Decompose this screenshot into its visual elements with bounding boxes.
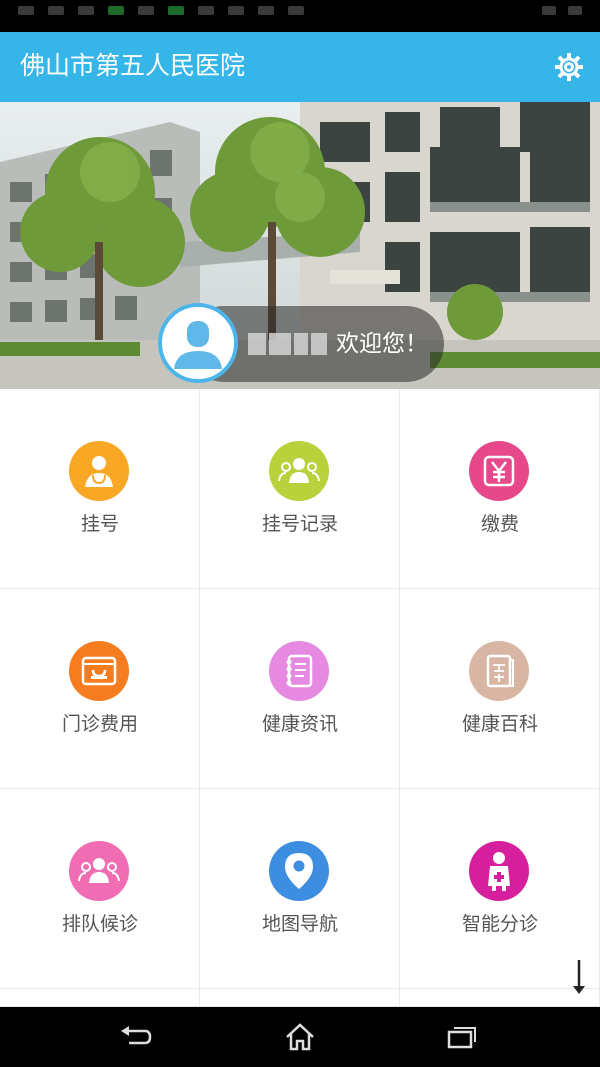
back-icon [121,1026,152,1045]
home-button[interactable] [278,1019,322,1055]
recents-icon [447,1027,476,1049]
menu-item-next-row [200,989,400,1007]
nurse-icon [469,841,529,901]
recents-button[interactable] [440,1019,484,1055]
menu-item-queue[interactable]: 排队候诊 [0,789,200,989]
menu-item-map-navigation[interactable]: 地图导航 [200,789,400,989]
menu-item-next-row [0,989,200,1007]
queue-icon [69,841,129,901]
app-title: 佛山市第五人民医院 [20,51,246,80]
menu-item-label: 缴费 [480,513,519,535]
user-name-pixelated [248,333,328,357]
scroll-down-arrow-icon[interactable] [570,958,588,998]
back-button[interactable] [114,1019,158,1055]
people-icon [269,441,329,501]
menu-item-label: 挂号 [80,513,119,535]
menu-item-label: 门诊费用 [61,713,138,735]
menu-item-label: 挂号记录 [261,513,338,535]
menu-item-label: 健康百科 [461,713,538,735]
user-avatar-icon [162,307,234,379]
menu-item-registration[interactable]: 挂号 [0,389,200,589]
doctor-icon [69,441,129,501]
notebook-icon [269,641,329,701]
encyclopedia-icon [469,641,529,701]
menu-item-label: 智能分诊 [461,913,538,935]
menu-item-outpatient-fees[interactable]: 门诊费用 [0,589,200,789]
settings-button[interactable] [552,50,586,84]
bill-icon [69,641,129,701]
menu-item-label: 地图导航 [261,913,338,935]
status-notification-icons [18,6,304,15]
status-system-icons [542,6,582,15]
action-bar: 佛山市第五人民医院 [0,32,600,102]
menu-item-health-news[interactable]: 健康资讯 [200,589,400,789]
menu-item-health-encyclopedia[interactable]: 健康百科 [400,589,600,789]
gear-icon [555,53,583,81]
menu-item-label: 健康资讯 [261,713,338,735]
status-bar [0,0,600,32]
navigation-bar [0,1007,600,1067]
avatar[interactable] [158,303,238,383]
menu-item-payment[interactable]: 缴费 [400,389,600,589]
menu-item-registration-records[interactable]: 挂号记录 [200,389,400,589]
welcome-text: 欢迎您！ [336,331,428,357]
menu-grid: 挂号 挂号记录 缴费 门诊费用 健康资讯 健康百科 排队候诊 地图导航 智能分诊 [0,389,600,1007]
yen-payment-icon [469,441,529,501]
menu-item-label: 排队候诊 [61,913,138,935]
map-pin-icon [269,841,329,901]
home-icon [286,1023,314,1051]
